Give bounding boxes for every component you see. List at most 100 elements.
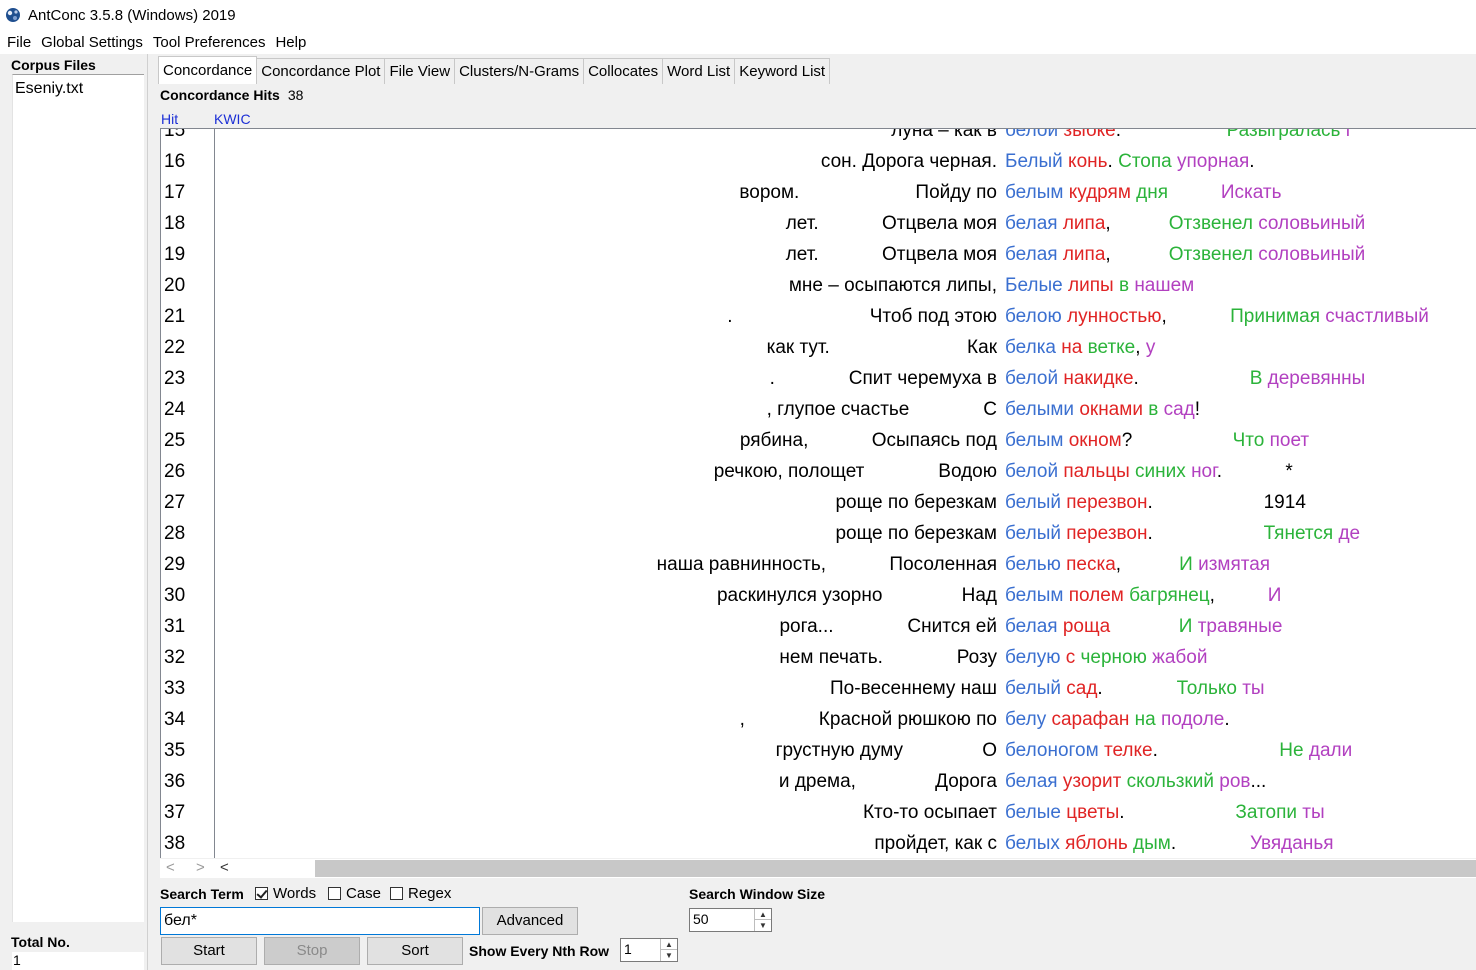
keyword: белой (1005, 128, 1059, 141)
antconc-app-icon (6, 8, 20, 22)
context-word (1121, 129, 1227, 141)
context-word: соловьиный (1258, 244, 1366, 265)
context-word: И (1179, 554, 1193, 575)
context-word: дым (1133, 833, 1171, 854)
search-term-input[interactable] (160, 907, 480, 935)
concordance-hits-label: Concordance Hits (160, 87, 280, 103)
menu-file[interactable]: File (4, 34, 38, 51)
window-size-arrows[interactable]: ▲ ▼ (754, 909, 771, 931)
corpus-panel: Corpus Files Eseniy.txt Total No. 1 (6, 54, 146, 970)
context-word: Стопа (1118, 151, 1172, 172)
words-checkbox[interactable] (255, 887, 268, 900)
keyword-and-right-context: белая роща И травяные (1005, 611, 1282, 642)
left-context: вором. Пойду по (739, 182, 997, 203)
spin-up-icon[interactable]: ▲ (755, 909, 771, 920)
keyword-and-right-context: белых яблонь дым. Увяданья (1005, 828, 1334, 858)
corpus-file-item[interactable]: Eseniy.txt (13, 75, 144, 98)
hit-number: 29 (164, 554, 186, 575)
keyword: белыми (1005, 399, 1075, 420)
context-word: сарафан (1051, 709, 1130, 730)
regex-checkbox[interactable] (390, 887, 403, 900)
hit-number-column[interactable]: 15 16 17 18 19 20 21 22 23 24 25 26 27 28 29 30 31 32 33 34… (160, 128, 214, 858)
context-word: липа (1062, 213, 1106, 234)
context-word: . (1249, 151, 1255, 172)
context-word: В (1249, 368, 1263, 389)
tab-keyword-list[interactable]: Keyword List (734, 58, 831, 84)
context-word: роща (1062, 616, 1111, 637)
nth-row-value[interactable]: 1 (624, 941, 632, 957)
horizontal-scrollbar[interactable]: < > < (160, 859, 1476, 878)
words-option[interactable]: Words (255, 885, 316, 902)
stop-button[interactable]: Stop (264, 937, 360, 965)
keyword-and-right-context: белые цветы. Затопи ты (1005, 797, 1325, 828)
context-word: накидке (1063, 368, 1134, 389)
hit-number: 21 (164, 306, 186, 327)
left-context: По-весеннему наш (830, 678, 997, 699)
keyword: белым (1005, 182, 1064, 203)
context-word: узорит (1062, 771, 1122, 792)
start-button[interactable]: Start (161, 937, 257, 965)
tab-concordance-plot[interactable]: Concordance Plot (256, 58, 386, 84)
kwic-results-pane[interactable]: луна – как в белой зыбке. Разыгралась г со… (214, 128, 1476, 858)
column-header-kwic[interactable]: KWIC (214, 111, 251, 127)
tab-collocates[interactable]: Collocates (583, 58, 664, 84)
left-context: лет. Отцвела моя (785, 213, 997, 234)
context-word: травяные (1197, 616, 1283, 637)
context-word: . 1914 (1147, 492, 1306, 513)
context-word: зыбке (1063, 128, 1116, 141)
context-word: сад (1163, 399, 1195, 420)
context-word: ветке (1087, 337, 1136, 358)
spin-down-icon[interactable]: ▼ (755, 920, 771, 931)
context-word: Затопи (1235, 802, 1297, 823)
case-option[interactable]: Case (328, 885, 381, 902)
context-word: поет (1269, 430, 1310, 451)
context-word: . (1224, 709, 1230, 730)
advanced-button[interactable]: Advanced (482, 907, 578, 935)
hit-number: 37 (164, 802, 186, 823)
spin-down-icon[interactable]: ▼ (661, 950, 677, 961)
context-word: синих (1135, 461, 1186, 482)
tab-word-list[interactable]: Word List (662, 58, 736, 84)
tab-file-view[interactable]: File View (384, 58, 456, 84)
hit-number: 33 (164, 678, 186, 699)
menu-help[interactable]: Help (272, 34, 313, 51)
panel-divider[interactable] (147, 54, 148, 970)
left-context: . Спит черемуха в (769, 368, 997, 389)
keyword-and-right-context: белой пальцы синих ног. * (1005, 456, 1293, 487)
context-word: окном (1068, 430, 1122, 451)
search-window-size-spinner[interactable]: 50 ▲ ▼ (689, 908, 772, 932)
scroll-page-left-arrow[interactable]: < (220, 859, 229, 876)
nth-row-arrows[interactable]: ▲ ▼ (660, 939, 677, 961)
scroll-right-arrow[interactable]: > (196, 859, 205, 876)
context-word: пальцы (1063, 461, 1130, 482)
tab-clusters-ngrams[interactable]: Clusters/N-Grams (454, 58, 585, 84)
spin-up-icon[interactable]: ▲ (661, 939, 677, 950)
left-context: . Чтоб под этою (727, 306, 997, 327)
regex-option[interactable]: Regex (390, 885, 451, 902)
keyword: белых (1005, 833, 1060, 854)
sort-button[interactable]: Sort (367, 937, 463, 965)
search-term-label: Search Term (160, 886, 244, 902)
scrollbar-thumb[interactable] (315, 860, 1476, 877)
search-window-size-value[interactable]: 50 (693, 911, 709, 927)
case-checkbox[interactable] (328, 887, 341, 900)
keyword: белой (1005, 368, 1059, 389)
nth-row-spinner[interactable]: 1 ▲ ▼ (620, 938, 678, 962)
column-header-hit[interactable]: Hit (161, 111, 178, 127)
keyword: Белые (1005, 275, 1063, 296)
scroll-left-arrow[interactable]: < (166, 859, 175, 876)
tab-concordance[interactable]: Concordance (158, 56, 258, 84)
left-context: Кто-то осыпает (862, 802, 997, 823)
left-context: , глупое счастье С (766, 399, 997, 420)
menu-global-settings[interactable]: Global Settings (38, 34, 150, 51)
left-context: нем печать. Розу (779, 647, 997, 668)
context-word (1110, 616, 1179, 637)
concordance-hits: Concordance Hits 38 (160, 87, 303, 103)
menu-tool-preferences[interactable]: Tool Preferences (150, 34, 273, 51)
context-word: Увяданья (1250, 833, 1334, 854)
context-word: И (1267, 585, 1282, 606)
context-word: Принимая (1230, 306, 1321, 327)
context-word: . * (1216, 461, 1293, 482)
corpus-file-list[interactable]: Eseniy.txt (12, 74, 144, 922)
left-context: роще по березкам (835, 523, 997, 544)
